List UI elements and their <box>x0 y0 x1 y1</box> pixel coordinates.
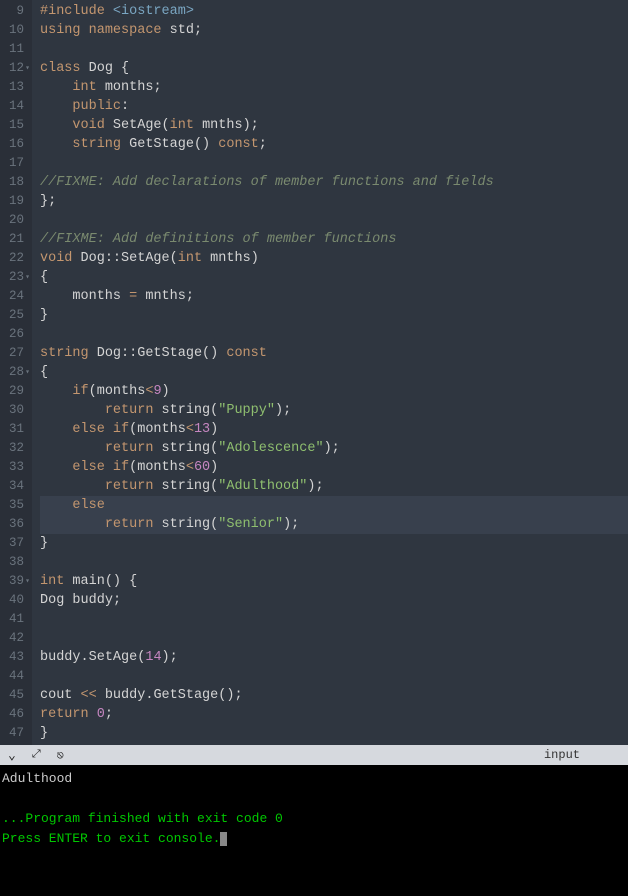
chevron-down-icon[interactable]: ⌄ <box>8 748 16 763</box>
code-row[interactable]: return string("Adulthood"); <box>40 477 628 496</box>
line-number: 13 <box>4 78 24 97</box>
line-number: 10 <box>4 21 24 40</box>
code-row[interactable]: string GetStage() const; <box>40 135 628 154</box>
line-number: 11 <box>4 40 24 59</box>
line-number: 9 <box>4 2 24 21</box>
line-number: 32 <box>4 439 24 458</box>
code-row[interactable]: { <box>40 363 628 382</box>
code-row[interactable]: months = mnths; <box>40 287 628 306</box>
code-editor[interactable]: 9101112131415161718192021222324252627282… <box>0 0 628 745</box>
line-number: 18 <box>4 173 24 192</box>
line-number: 25 <box>4 306 24 325</box>
line-number-gutter: 9101112131415161718192021222324252627282… <box>0 0 32 745</box>
code-row[interactable]: Dog buddy; <box>40 591 628 610</box>
code-row[interactable]: return string("Senior"); <box>40 515 628 534</box>
line-number: 28 <box>4 363 24 382</box>
code-row[interactable] <box>40 40 628 59</box>
console-line: Press ENTER to exit console. <box>2 831 220 846</box>
line-number: 47 <box>4 724 24 743</box>
line-number: 45 <box>4 686 24 705</box>
line-number: 46 <box>4 705 24 724</box>
share-icon[interactable]: ⎋ <box>57 748 64 763</box>
code-row[interactable] <box>40 154 628 173</box>
line-number: 12 <box>4 59 24 78</box>
code-row[interactable]: int main() { <box>40 572 628 591</box>
line-number: 33 <box>4 458 24 477</box>
code-row[interactable]: else if(months<60) <box>40 458 628 477</box>
code-row[interactable]: cout << buddy.GetStage(); <box>40 686 628 705</box>
line-number: 26 <box>4 325 24 344</box>
code-row[interactable]: return string("Puppy"); <box>40 401 628 420</box>
code-row[interactable] <box>40 629 628 648</box>
console-toolbar: ⌄ ⤢ ⎋ input <box>0 745 628 765</box>
line-number: 24 <box>4 287 24 306</box>
line-number: 34 <box>4 477 24 496</box>
code-row[interactable]: if(months<9) <box>40 382 628 401</box>
line-number: 27 <box>4 344 24 363</box>
code-row[interactable]: class Dog { <box>40 59 628 78</box>
line-number: 42 <box>4 629 24 648</box>
expand-icon[interactable]: ⤢ <box>32 749 41 761</box>
code-row[interactable]: buddy.SetAge(14); <box>40 648 628 667</box>
line-number: 38 <box>4 553 24 572</box>
console-output[interactable]: Adulthood ...Program finished with exit … <box>0 765 628 896</box>
code-row[interactable] <box>40 610 628 629</box>
console-line: Adulthood <box>2 771 72 786</box>
line-number: 21 <box>4 230 24 249</box>
line-number: 43 <box>4 648 24 667</box>
code-row[interactable]: }; <box>40 192 628 211</box>
line-number: 22 <box>4 249 24 268</box>
code-row[interactable] <box>40 211 628 230</box>
line-number: 41 <box>4 610 24 629</box>
line-number: 16 <box>4 135 24 154</box>
line-number: 15 <box>4 116 24 135</box>
line-number: 36 <box>4 515 24 534</box>
code-row[interactable]: int months; <box>40 78 628 97</box>
line-number: 20 <box>4 211 24 230</box>
code-row[interactable] <box>40 667 628 686</box>
code-row[interactable]: return string("Adolescence"); <box>40 439 628 458</box>
line-number: 40 <box>4 591 24 610</box>
code-area[interactable]: #include <iostream>using namespace std; c… <box>32 0 628 745</box>
line-number: 19 <box>4 192 24 211</box>
line-number: 39 <box>4 572 24 591</box>
line-number: 44 <box>4 667 24 686</box>
code-row[interactable]: //FIXME: Add definitions of member funct… <box>40 230 628 249</box>
code-row[interactable]: public: <box>40 97 628 116</box>
code-row[interactable]: using namespace std; <box>40 21 628 40</box>
code-row[interactable]: void Dog::SetAge(int mnths) <box>40 249 628 268</box>
line-number: 37 <box>4 534 24 553</box>
line-number: 30 <box>4 401 24 420</box>
code-row[interactable]: else if(months<13) <box>40 420 628 439</box>
input-label: input <box>544 748 620 762</box>
line-number: 29 <box>4 382 24 401</box>
console-line: ...Program finished with exit code 0 <box>2 811 283 826</box>
code-row[interactable]: //FIXME: Add declarations of member func… <box>40 173 628 192</box>
code-row[interactable]: } <box>40 306 628 325</box>
code-row[interactable]: #include <iostream> <box>40 2 628 21</box>
code-row[interactable] <box>40 553 628 572</box>
code-row[interactable]: } <box>40 724 628 743</box>
line-number: 31 <box>4 420 24 439</box>
code-row[interactable]: else <box>40 496 628 515</box>
line-number: 17 <box>4 154 24 173</box>
code-row[interactable]: { <box>40 268 628 287</box>
code-row[interactable]: string Dog::GetStage() const <box>40 344 628 363</box>
line-number: 35 <box>4 496 24 515</box>
code-row[interactable] <box>40 325 628 344</box>
line-number: 14 <box>4 97 24 116</box>
code-row[interactable]: return 0; <box>40 705 628 724</box>
line-number: 23 <box>4 268 24 287</box>
console-cursor <box>220 832 227 846</box>
code-row[interactable]: } <box>40 534 628 553</box>
code-row[interactable]: void SetAge(int mnths); <box>40 116 628 135</box>
